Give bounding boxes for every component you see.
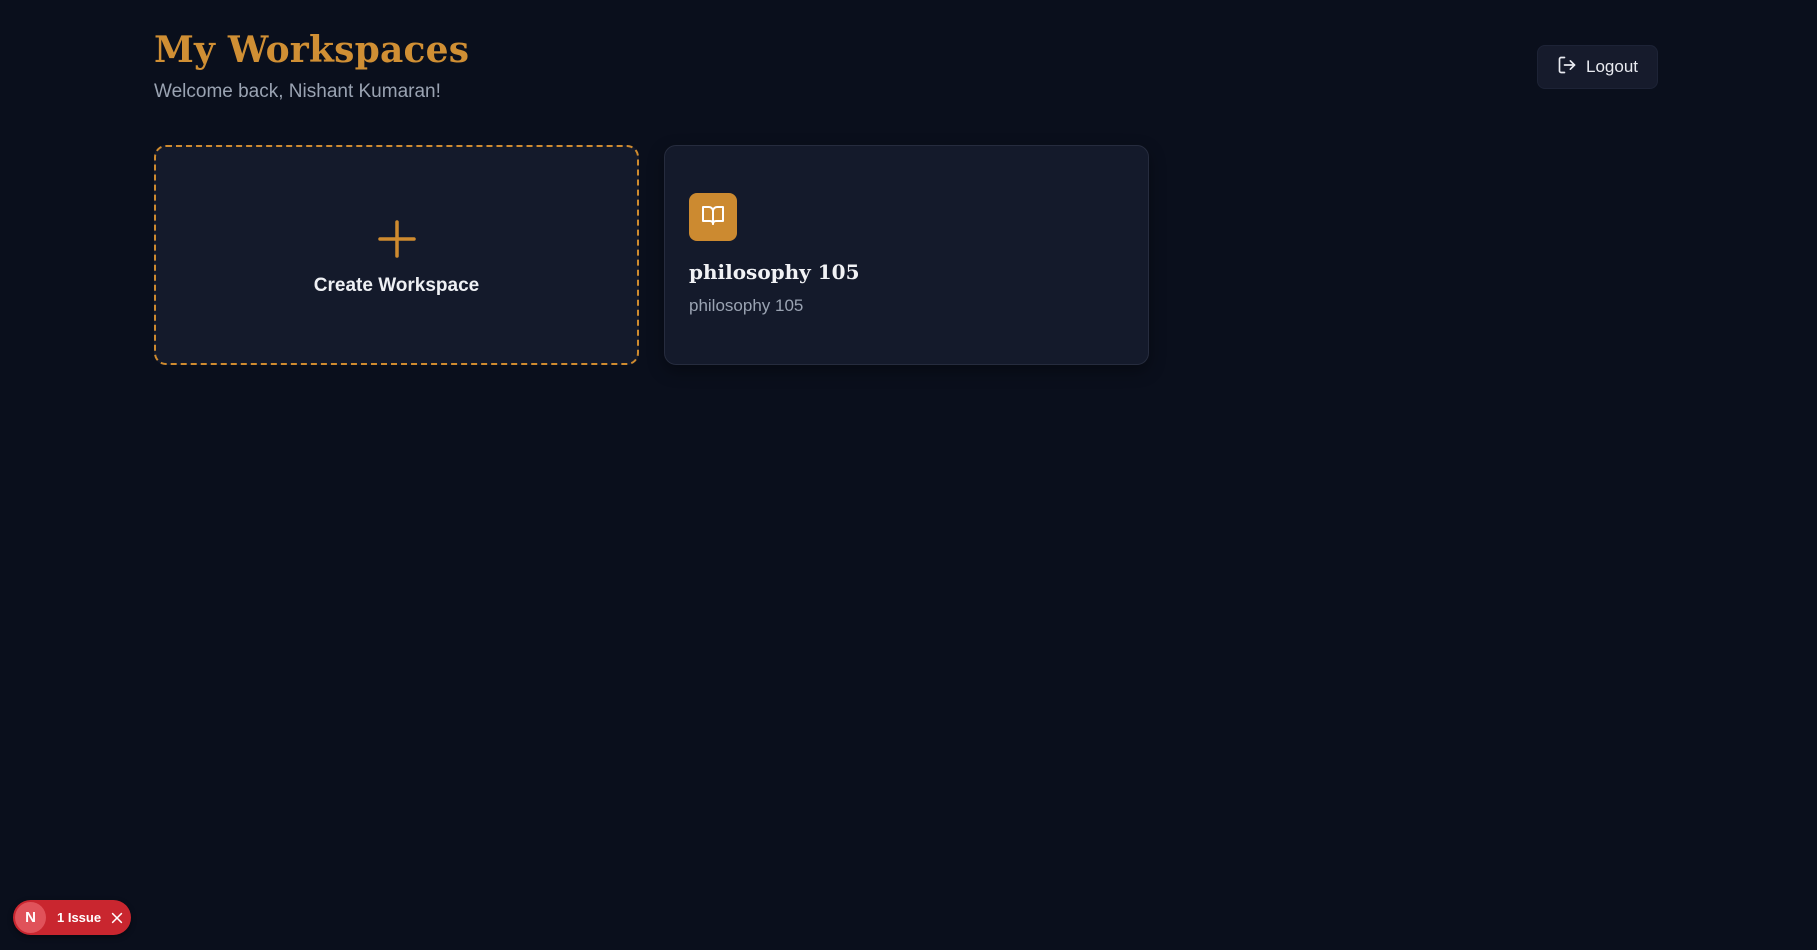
workspace-grid: Create Workspace philosophy 105 philosop… (154, 145, 1149, 365)
logout-icon (1557, 55, 1577, 80)
workspace-description: philosophy 105 (689, 296, 804, 315)
close-icon[interactable] (109, 910, 125, 926)
create-workspace-card[interactable]: Create Workspace (154, 145, 639, 365)
book-open-icon (701, 203, 725, 232)
workspace-card[interactable]: philosophy 105 philosophy 105 (664, 145, 1149, 365)
nextjs-logo-icon: N (15, 902, 46, 933)
issue-count: 1 Issue (57, 910, 102, 925)
issues-badge[interactable]: N 1 Issue (13, 900, 131, 935)
workspace-icon-tile (689, 193, 737, 241)
logout-button[interactable]: Logout (1537, 45, 1658, 89)
workspace-title: philosophy 105 (689, 260, 860, 284)
plus-icon (375, 217, 419, 261)
logout-label: Logout (1586, 57, 1638, 76)
create-workspace-label: Create Workspace (313, 275, 480, 296)
